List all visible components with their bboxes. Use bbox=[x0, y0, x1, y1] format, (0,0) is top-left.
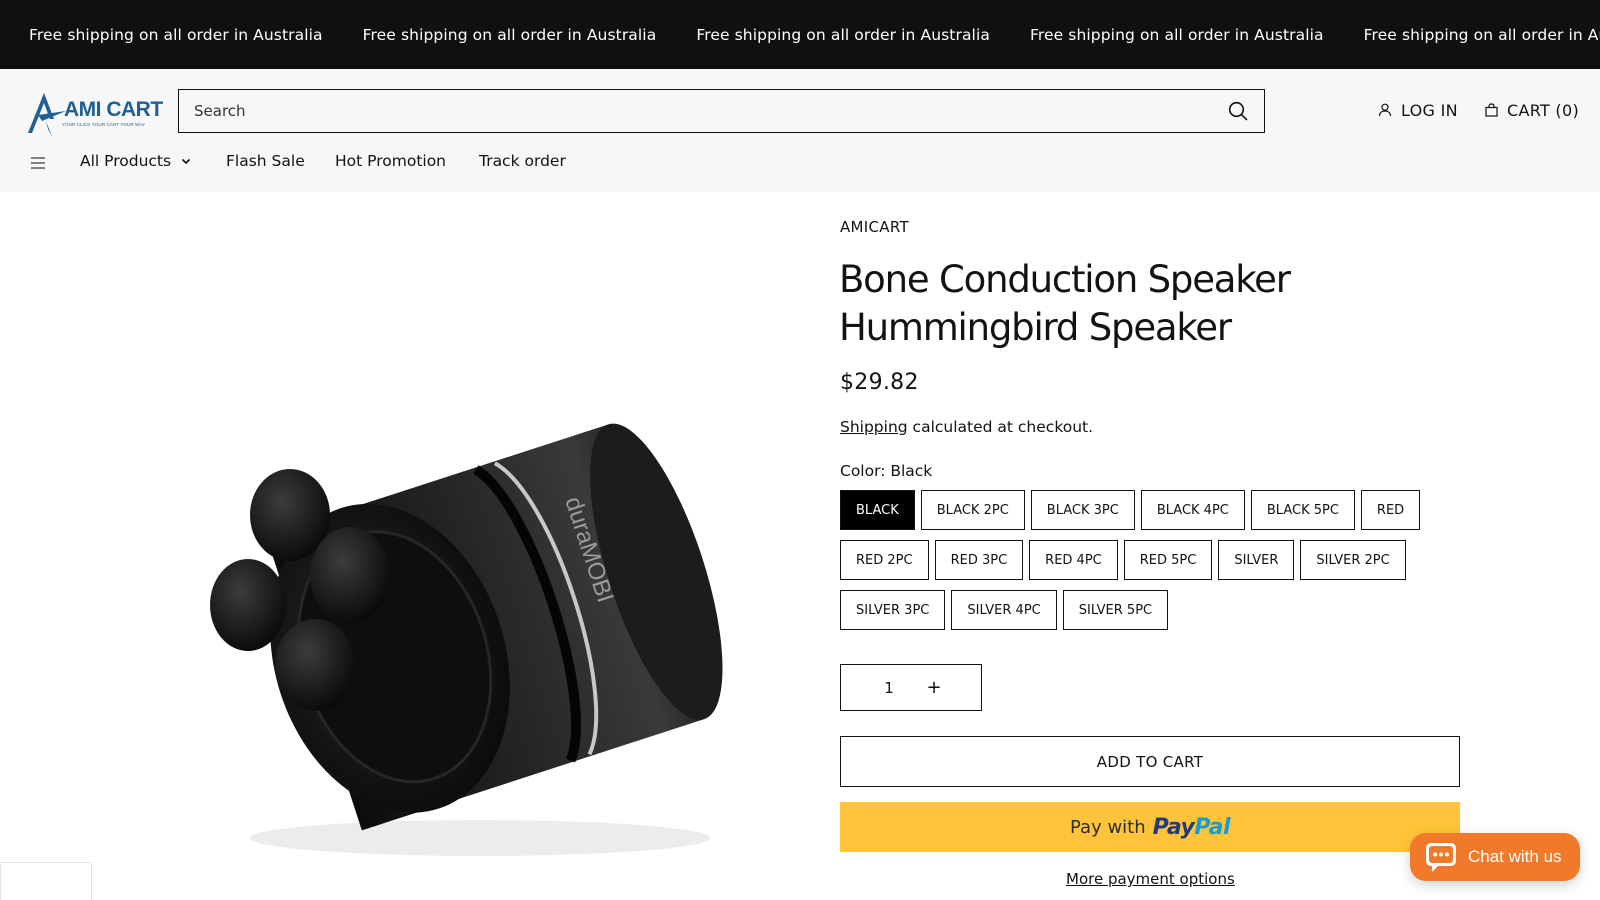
logo-tagline: YOUR CLICK YOUR CART YOUR WAY bbox=[62, 122, 146, 127]
paypal-logo-a: Pay bbox=[1152, 814, 1195, 840]
color-option-black-5pc[interactable]: BLACK 5PC bbox=[1250, 490, 1355, 530]
paypal-logo-b: Pal bbox=[1194, 814, 1230, 840]
announcement-bar: Free shipping on all order in Australia F… bbox=[0, 0, 1600, 69]
product-vendor: AMICART bbox=[840, 218, 909, 236]
color-option-black-3pc[interactable]: BLACK 3PC bbox=[1030, 490, 1135, 530]
search-bar bbox=[178, 89, 1265, 133]
main-nav: All Products Flash Sale Hot Promotion Tr… bbox=[0, 148, 1600, 178]
add-to-cart-button[interactable]: ADD TO CART bbox=[840, 736, 1460, 787]
color-option-black[interactable]: BLACK bbox=[840, 490, 915, 530]
search-icon bbox=[1228, 101, 1248, 121]
login-label: LOG IN bbox=[1401, 100, 1458, 120]
product-price: $29.82 bbox=[840, 370, 919, 395]
corner-widget[interactable] bbox=[0, 862, 92, 900]
nav-item-track-order[interactable]: Track order bbox=[479, 152, 566, 170]
color-option-silver-2pc[interactable]: SILVER 2PC bbox=[1300, 540, 1406, 580]
announcement-item: Free shipping on all order in Australia bbox=[1029, 25, 1324, 44]
product-image[interactable]: duraMOBI bbox=[190, 360, 750, 880]
paypal-button[interactable]: Pay with PayPal bbox=[840, 802, 1460, 852]
shipping-text: calculated at checkout. bbox=[907, 418, 1094, 436]
chat-bubble-icon bbox=[1426, 843, 1456, 872]
announcement-item: Free shipping on all order in Australia bbox=[696, 25, 990, 44]
nav-item-label: Hot Promotion bbox=[335, 152, 447, 170]
chat-label: Chat with us bbox=[1468, 847, 1562, 866]
announcement-track: Free shipping on all order in Australia F… bbox=[29, 0, 1600, 69]
site-header: AMI CART YOUR CLICK YOUR CART YOUR WAY L… bbox=[0, 69, 1600, 192]
cart-label: CART (0) bbox=[1507, 100, 1579, 120]
color-option-red-5pc[interactable]: RED 5PC bbox=[1123, 540, 1213, 580]
announcement-item: Free shipping on all order in Australia bbox=[1363, 25, 1600, 44]
shipping-link[interactable]: Shipping bbox=[840, 418, 908, 436]
paypal-logo: PayPal bbox=[1152, 814, 1231, 840]
account-icon bbox=[1378, 103, 1392, 117]
cart-link[interactable]: CART (0) bbox=[1485, 98, 1579, 122]
quantity-stepper: 1 + bbox=[840, 664, 982, 711]
logo[interactable]: AMI CART YOUR CLICK YOUR CART YOUR WAY bbox=[24, 89, 163, 139]
color-option-black-2pc[interactable]: BLACK 2PC bbox=[920, 490, 1025, 530]
announcement-item: Free shipping on all order in Australia bbox=[29, 25, 323, 44]
chat-widget-button[interactable]: Chat with us bbox=[1410, 833, 1580, 881]
shopping-bag-icon bbox=[1485, 103, 1498, 117]
quantity-decrease-button[interactable] bbox=[841, 665, 869, 710]
quantity-value[interactable]: 1 bbox=[869, 679, 909, 697]
nav-item-label: All Products bbox=[80, 152, 172, 170]
color-option-red-4pc[interactable]: RED 4PC bbox=[1029, 540, 1118, 580]
nav-item-label: Track order bbox=[479, 152, 566, 170]
color-option-black-4pc[interactable]: BLACK 4PC bbox=[1140, 490, 1245, 530]
color-option-silver-4pc[interactable]: SILVER 4PC bbox=[951, 590, 1057, 630]
color-option-red-3pc[interactable]: RED 3PC bbox=[934, 540, 1024, 580]
announcement-item: Free shipping on all order in Australia bbox=[362, 25, 657, 44]
search-input[interactable] bbox=[179, 90, 1216, 132]
nav-item-hot-promotion[interactable]: Hot Promotion bbox=[335, 152, 446, 170]
nav-item-flash-sale[interactable]: Flash Sale bbox=[226, 152, 305, 170]
nav-item-label: Flash Sale bbox=[226, 152, 305, 170]
logo-bird-icon bbox=[28, 93, 66, 137]
nav-item-all-products[interactable]: All Products bbox=[80, 152, 191, 170]
color-option-silver-3pc[interactable]: SILVER 3PC bbox=[840, 590, 946, 630]
color-option-red[interactable]: RED bbox=[1360, 490, 1421, 530]
color-swatches: BLACK BLACK 2PC BLACK 3PC BLACK 4PC BLACK 5P… bbox=[840, 490, 1460, 630]
color-label: Color: Black bbox=[840, 462, 933, 480]
search-button[interactable] bbox=[1216, 90, 1260, 132]
login-link[interactable]: LOG IN bbox=[1378, 98, 1458, 122]
shipping-note: Shipping calculated at checkout. bbox=[840, 418, 1093, 436]
more-payment-options-link[interactable]: More payment options bbox=[1066, 870, 1235, 888]
color-option-red-2pc[interactable]: RED 2PC bbox=[840, 540, 929, 580]
quantity-increase-button[interactable]: + bbox=[909, 665, 959, 710]
logo-text: AMI CART bbox=[64, 98, 163, 121]
product-title: Bone Conduction Speaker Hummingbird Spea… bbox=[839, 258, 1291, 349]
hamburger-icon[interactable] bbox=[30, 156, 46, 170]
color-option-silver-5pc[interactable]: SILVER 5PC bbox=[1062, 590, 1169, 630]
chevron-down-icon bbox=[182, 158, 191, 164]
paypal-with-label: Pay with bbox=[1070, 816, 1146, 838]
color-option-silver[interactable]: SILVER bbox=[1218, 540, 1295, 580]
